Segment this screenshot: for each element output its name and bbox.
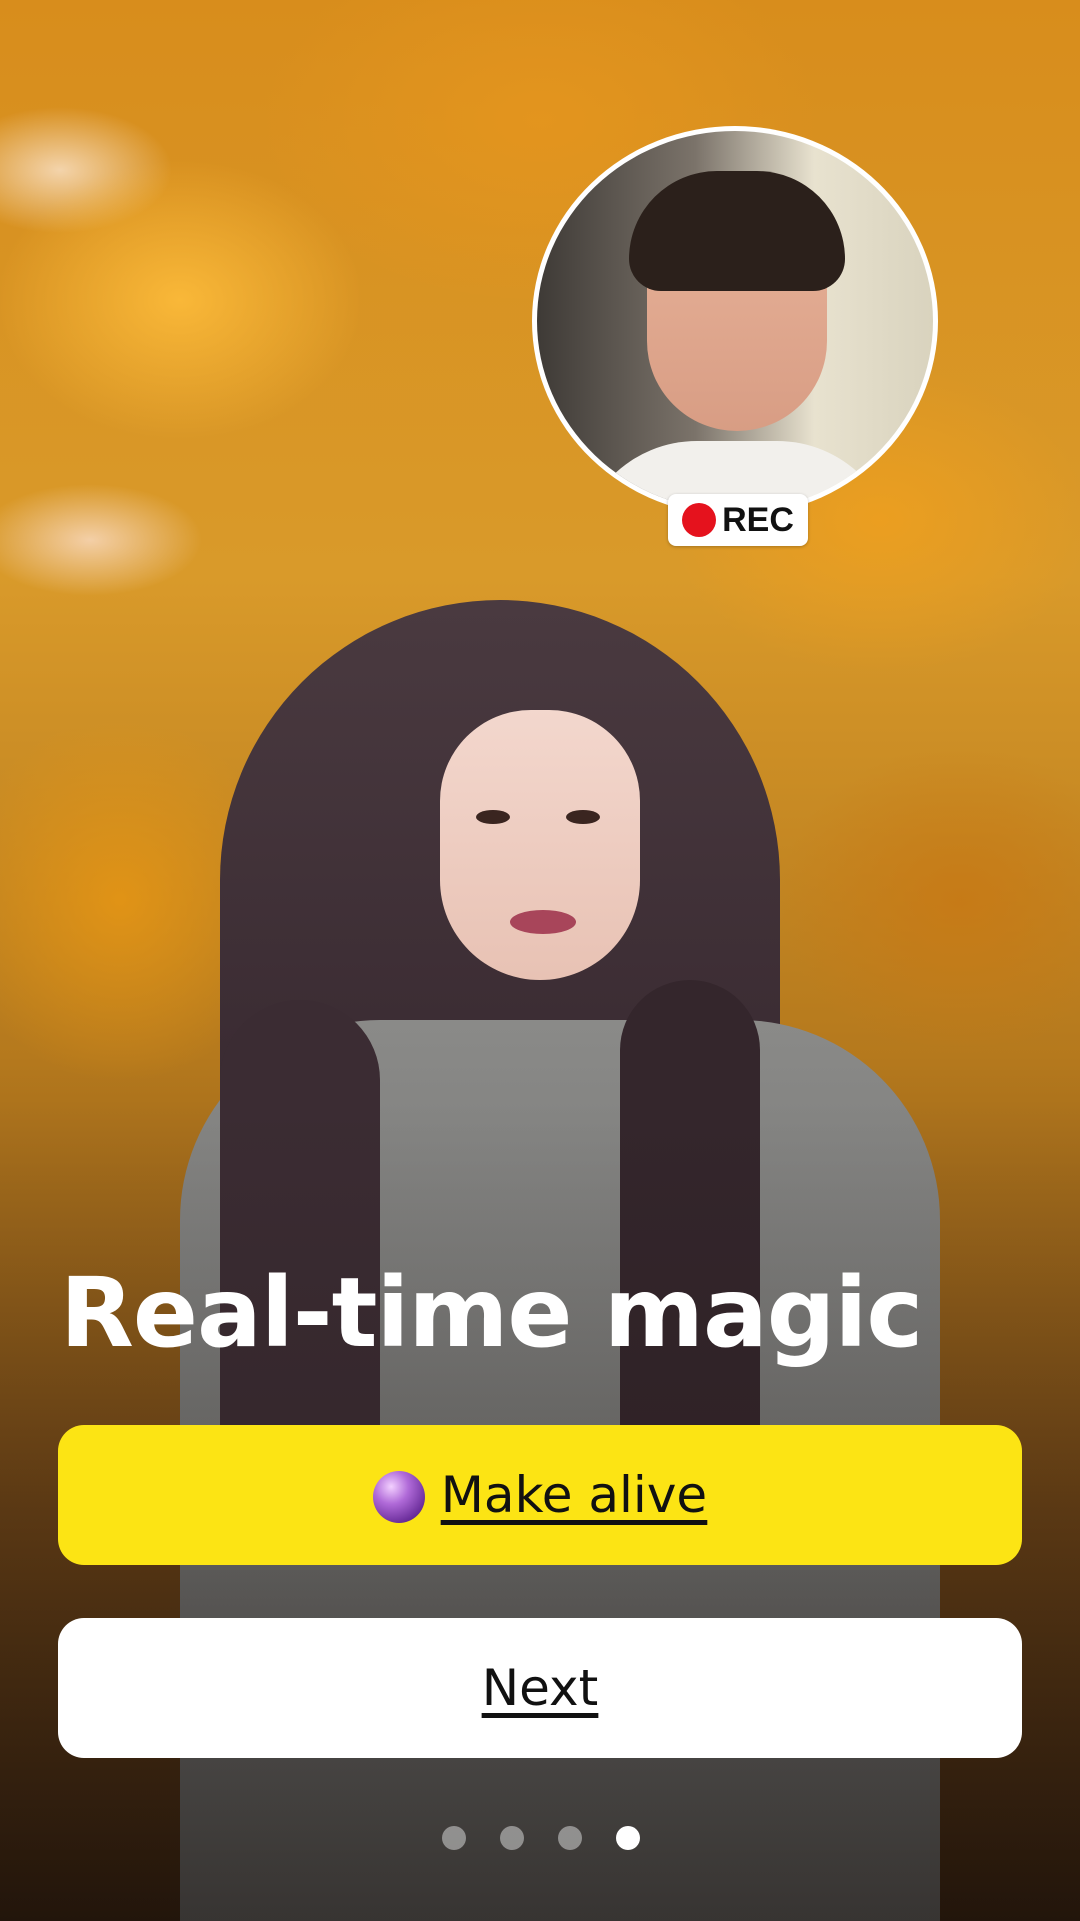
page-dot[interactable] — [500, 1826, 524, 1850]
selfie-preview — [532, 126, 938, 516]
selfie-camera-feed — [537, 131, 933, 511]
lips — [510, 910, 576, 934]
face — [440, 710, 640, 980]
make-alive-label: Make alive — [440, 1466, 708, 1524]
selfie-hair — [629, 171, 845, 291]
page-dot[interactable] — [558, 1826, 582, 1850]
next-button[interactable]: Next — [58, 1618, 1022, 1758]
next-label: Next — [481, 1659, 599, 1717]
eye-left — [476, 810, 510, 824]
rec-badge: REC — [668, 494, 808, 546]
page-dot[interactable] — [442, 1826, 466, 1850]
make-alive-button[interactable]: Make alive — [58, 1425, 1022, 1565]
page-dot-active[interactable] — [616, 1826, 640, 1850]
page-indicator — [442, 1826, 642, 1852]
crystal-ball-icon — [372, 1471, 425, 1523]
record-dot-icon — [682, 503, 717, 537]
eye-right — [566, 810, 600, 824]
rec-label: REC — [722, 500, 794, 539]
page-title: Real-time magic — [60, 1257, 923, 1369]
